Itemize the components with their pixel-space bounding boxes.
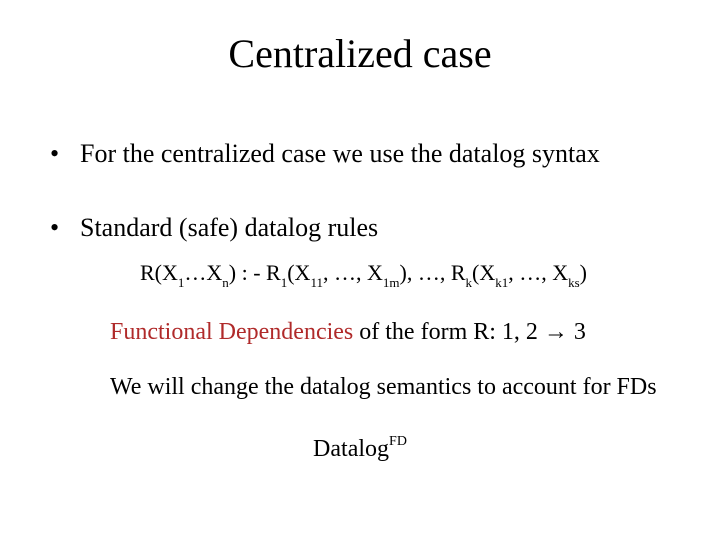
fd-rest: of the form R: 1, 2 → 3: [353, 319, 586, 345]
rule-text: , …, X: [323, 260, 383, 285]
rule-sub: 1: [281, 275, 288, 290]
fd-line: Functional Dependencies of the form R: 1…: [110, 319, 670, 346]
datalog-fd: DatalogFD: [50, 436, 670, 463]
bullet-1: For the centralized case we use the data…: [50, 137, 670, 171]
slide-title: Centralized case: [50, 30, 670, 77]
rule-text: (X: [472, 260, 495, 285]
rule-sub: n: [222, 275, 229, 290]
rule-text: ) : - R: [229, 260, 281, 285]
slide: Centralized case For the centralized cas…: [0, 0, 720, 540]
rule-sub: k: [466, 275, 473, 290]
rule-text: ): [580, 260, 587, 285]
rule-text: ), …, R: [400, 260, 466, 285]
rule-sub: k1: [495, 275, 508, 290]
change-line: We will change the datalog semantics to …: [110, 374, 670, 401]
datalog-sup: FD: [389, 434, 407, 449]
fd-label: Functional Dependencies: [110, 319, 353, 345]
datalog-base: Datalog: [313, 436, 389, 462]
bullet-2: Standard (safe) datalog rules: [50, 211, 670, 245]
rule-sub: 1: [178, 275, 185, 290]
rule-sub: 1m: [383, 275, 400, 290]
rule-text: (X: [287, 260, 310, 285]
rule-sub: ks: [568, 275, 580, 290]
rule-text: R(X: [140, 260, 178, 285]
rule-text: …X: [184, 260, 222, 285]
rule-sub: 11: [310, 275, 323, 290]
rule-text: , …, X: [508, 260, 568, 285]
datalog-rule: R(X1…Xn) : - R1(X11, …, X1m), …, Rk(Xk1,…: [140, 260, 670, 289]
